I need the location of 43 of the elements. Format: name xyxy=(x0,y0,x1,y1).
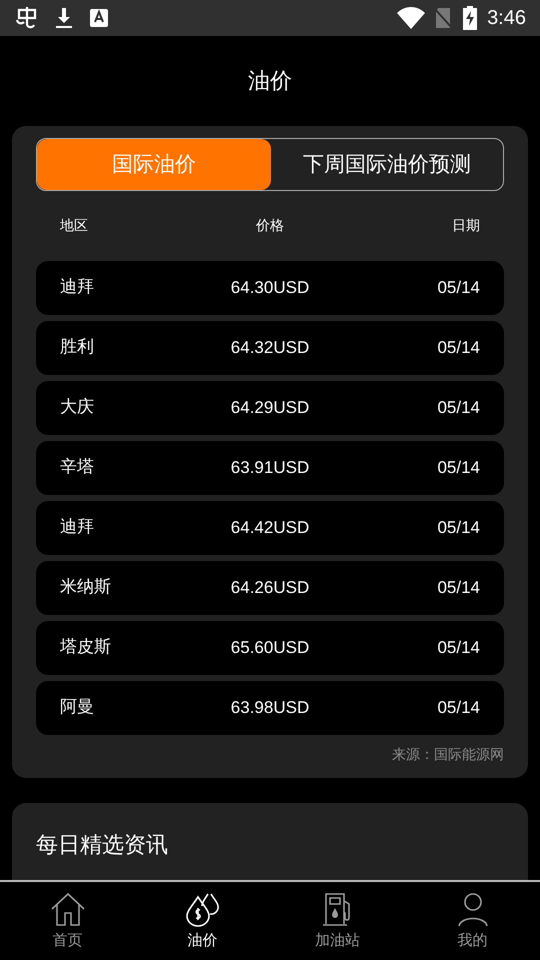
source-note: 来源：国际能源网 xyxy=(392,746,504,765)
table-cell-text: 05/14 xyxy=(436,697,480,720)
table-cell-text: 胜利 xyxy=(60,336,95,360)
home-icon xyxy=(50,890,86,927)
table-cell-text: 05/14 xyxy=(436,337,480,360)
column-header: 地区 xyxy=(60,216,89,236)
table-cell-text: 64.26USD xyxy=(230,577,310,600)
table-cell-text: 米纳斯 xyxy=(60,576,112,600)
column-header: 价格 xyxy=(255,216,285,236)
table-cell-text: 64.42USD xyxy=(230,517,310,540)
table-cell-text: 65.60USD xyxy=(230,637,310,660)
table-cell-text: 05/14 xyxy=(436,577,480,600)
font-icon xyxy=(90,9,108,27)
table-cell-text: 迪拜 xyxy=(60,276,95,300)
battery-icon xyxy=(463,6,478,30)
table-cell-text: 05/14 xyxy=(436,277,480,300)
nav-tab[interactable]: 首页 xyxy=(0,882,135,960)
download-icon xyxy=(54,7,74,29)
nav-tab[interactable]: 我的 xyxy=(405,882,540,960)
person-icon xyxy=(456,890,490,927)
table-cell-text: 05/14 xyxy=(436,637,480,660)
table-cell-text: 05/14 xyxy=(436,517,480,540)
table-cell-text: 64.32USD xyxy=(230,337,310,360)
column-header: 日期 xyxy=(451,216,480,236)
table-cell-text: 63.91USD xyxy=(230,457,310,480)
nav-tab[interactable]: 加油站 xyxy=(270,882,405,960)
table-cell-text: 05/14 xyxy=(436,397,480,420)
tab[interactable]: 下周国际油价预测 xyxy=(271,139,503,190)
table-cell-text: 大庆 xyxy=(60,396,95,420)
table-cell-text: 64.30USD xyxy=(230,277,310,300)
section-title: 每日精选资讯 xyxy=(36,833,168,858)
droplets-icon xyxy=(184,890,222,927)
table-cell-text: 塔皮斯 xyxy=(60,636,112,660)
table-cell-text: 05/14 xyxy=(436,457,480,480)
wifi-icon xyxy=(397,7,426,29)
page-title: 油价 xyxy=(248,68,292,96)
table-cell-text: 64.29USD xyxy=(230,397,310,420)
status-time: 3:46 xyxy=(487,6,526,31)
table-cell-text: 辛塔 xyxy=(60,456,95,480)
table-cell-text: 阿曼 xyxy=(60,696,95,720)
nav-tab[interactable]: 油价 xyxy=(135,882,270,960)
table-cell-text: 63.98USD xyxy=(230,697,310,720)
table-cell-text: 迪拜 xyxy=(60,516,95,540)
